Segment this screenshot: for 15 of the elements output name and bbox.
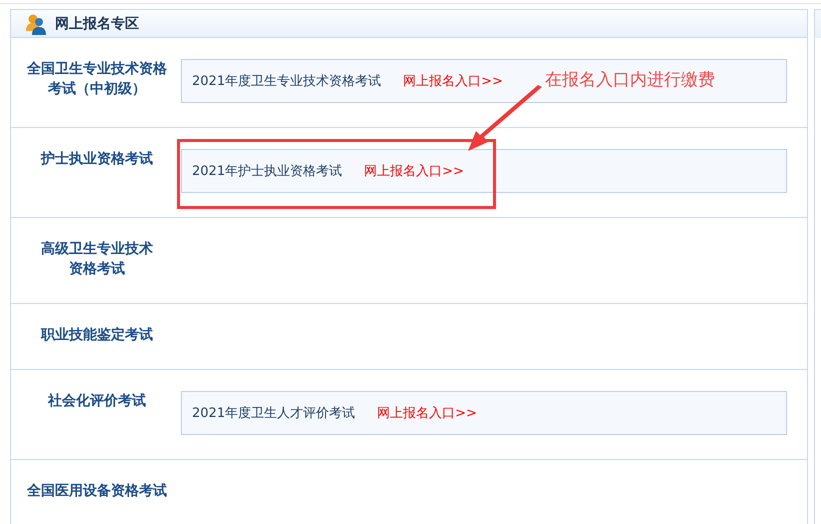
exam-name: 2021年护士执业资格考试 (192, 163, 342, 180)
user-group-icon (25, 12, 47, 34)
exam-category: 全国卫生专业技术资格 考试（中初级） (26, 60, 168, 99)
registration-link[interactable]: 网上报名入口>> (364, 162, 464, 180)
exam-category: 高级卫生专业技术 资格考试 (40, 240, 154, 279)
exam-category: 职业技能鉴定考试 (40, 326, 154, 345)
registration-link[interactable]: 网上报名入口>> (377, 404, 477, 422)
annotation-text: 在报名入口内进行缴费 (545, 69, 715, 91)
panel-title: 网上报名专区 (55, 14, 139, 32)
exam-category: 全国医用设备资格考试 (26, 482, 168, 501)
exam-name: 2021年度卫生人才评价考试 (192, 405, 356, 422)
exam-category: 社会化评价考试 (46, 392, 147, 411)
exam-category: 护士执业资格考试 (40, 150, 154, 169)
registration-link[interactable]: 网上报名入口>> (403, 72, 503, 90)
exam-name: 2021年度卫生专业技术资格考试 (192, 73, 382, 90)
